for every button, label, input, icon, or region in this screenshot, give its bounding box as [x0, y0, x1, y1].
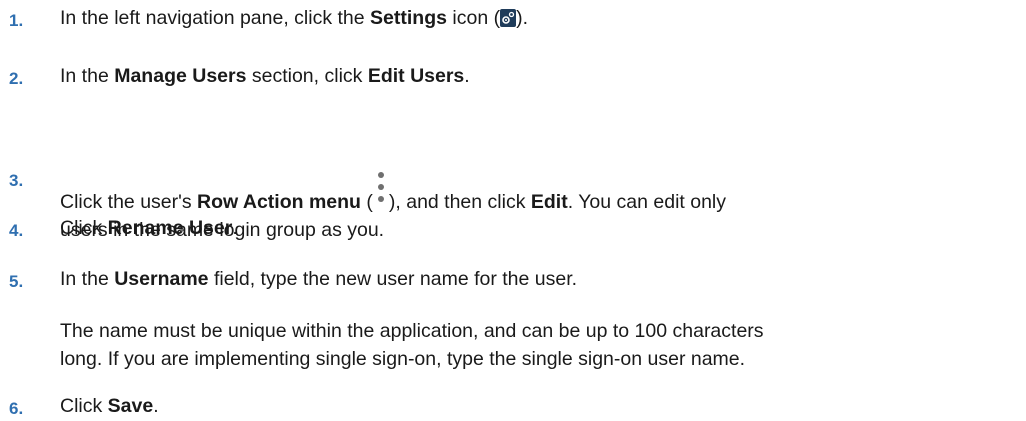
- step-number: 1.: [9, 11, 24, 30]
- step-text: Click Rename User.: [60, 214, 1010, 242]
- step-text: In the Username field, type the new user…: [60, 265, 1010, 293]
- kebab-dot: [377, 196, 384, 202]
- text-run: long. If you are implementing single sig…: [60, 348, 746, 370]
- text-line: In the Manage Users section, click Edit …: [60, 62, 1010, 90]
- step-number: 2.: [9, 69, 24, 88]
- text-run: In the: [60, 268, 115, 290]
- step-text: The name must be unique within the appli…: [60, 317, 1010, 373]
- bold-term: Save: [107, 395, 154, 417]
- bold-term: Edit: [530, 191, 568, 213]
- bold-term: Row Action menu: [197, 191, 361, 213]
- step-number: 4.: [9, 221, 24, 240]
- step-text: In the Manage Users section, click Edit …: [60, 62, 1010, 90]
- text-run: icon (: [446, 7, 501, 29]
- bold-term: Manage Users: [114, 65, 247, 87]
- step-number: 5.: [9, 272, 24, 291]
- text-run: Click: [60, 217, 108, 239]
- settings-gear-icon: [500, 9, 517, 27]
- text-run: In the left navigation pane, click the: [60, 7, 371, 29]
- text-run: .: [153, 395, 159, 417]
- step-text: In the left navigation pane, click the S…: [60, 4, 1010, 32]
- bold-term: Edit Users: [367, 65, 465, 87]
- step-number: 3.: [9, 171, 24, 190]
- text-run: ), and then click: [388, 191, 531, 213]
- text-line: Click the user's Row Action menu ( ), and…: [60, 164, 1010, 216]
- instruction-steps: 1. In the left navigation pane, click the…: [0, 0, 1026, 421]
- step-number: 6.: [9, 399, 24, 418]
- bold-term: Rename User: [107, 217, 233, 239]
- row-action-kebab-icon: [375, 164, 387, 216]
- kebab-dot: [377, 172, 384, 178]
- text-run: In the: [60, 65, 115, 87]
- text-run: .: [232, 217, 238, 239]
- step-text: Click Save.: [60, 392, 1010, 420]
- text-run: Click: [60, 395, 108, 417]
- text-line: In the Username field, type the new user…: [60, 265, 1010, 293]
- text-line: long. If you are implementing single sig…: [60, 345, 1010, 373]
- text-line: In the left navigation pane, click the S…: [60, 4, 1010, 32]
- text-line: The name must be unique within the appli…: [60, 317, 1010, 345]
- text-line: Click Save.: [60, 392, 1010, 420]
- text-run: . You can edit only: [567, 191, 727, 213]
- text-run: .: [464, 65, 470, 87]
- bold-term: Settings: [370, 7, 447, 29]
- bold-term: Username: [114, 268, 209, 290]
- kebab-dot: [377, 184, 384, 190]
- text-run: section, click: [246, 65, 368, 87]
- text-run: (: [360, 191, 373, 213]
- text-run: Click the user's: [60, 191, 198, 213]
- text-run: The name must be unique within the appli…: [60, 320, 764, 342]
- text-run: field, type the new user name for the us…: [208, 268, 578, 290]
- text-line: Click Rename User.: [60, 214, 1010, 242]
- text-run: ).: [516, 7, 528, 29]
